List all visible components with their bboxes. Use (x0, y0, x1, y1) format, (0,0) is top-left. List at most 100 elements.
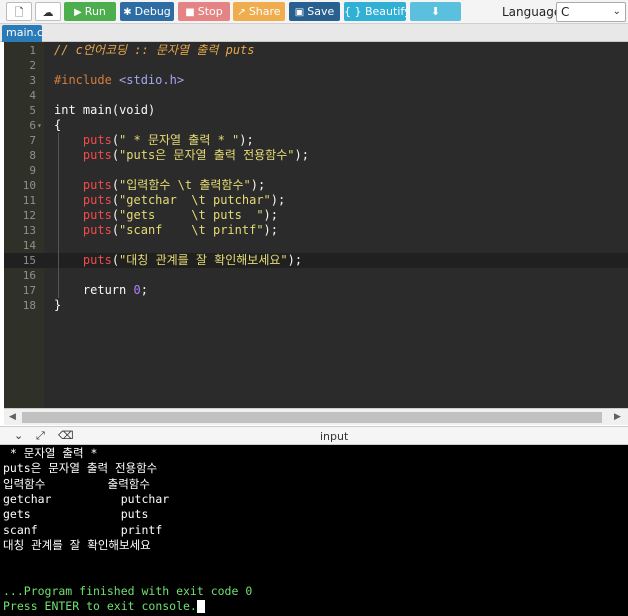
indent-guide (58, 133, 59, 298)
line-number: 15 (22, 254, 36, 267)
console-header: ⌄ ⤢ ⌫ input (0, 426, 628, 445)
console-line: scanf printf (3, 523, 162, 538)
console-title: input (320, 430, 349, 443)
code-text: // c언어코딩 :: 문자열 출력 puts (54, 43, 255, 57)
code-text: return 0; (82, 283, 148, 297)
code-text: #include <stdio.h> (54, 73, 185, 87)
line-number: 4 (29, 89, 36, 102)
line-number: 14 (22, 239, 36, 252)
download-button[interactable]: ⬇ (410, 2, 461, 21)
console-line-text: 대칭 관계를 잘 확인해보세요 (3, 537, 151, 552)
code-line[interactable]: 14 (4, 238, 628, 253)
expand-icon[interactable]: ⤢ (36, 429, 45, 443)
code-line[interactable]: 7 puts(" * 문자열 출력 * "); (4, 133, 628, 148)
code-text: int main(void) (54, 103, 156, 117)
collapse-icon[interactable]: ⌄ (14, 429, 23, 442)
upload-button[interactable]: ☁ (35, 2, 61, 21)
download-icon: ⬇ (430, 5, 441, 18)
tab-main-c[interactable]: main.c (2, 25, 43, 42)
code-line[interactable]: 12 puts("gets \t puts "); (4, 208, 628, 223)
code-text: puts(" * 문자열 출력 * "); (82, 133, 254, 147)
run-button[interactable]: ▶ Run (64, 2, 116, 21)
debug-button[interactable]: ✱ Debug (120, 2, 174, 21)
line-number: 12 (22, 209, 36, 222)
editor-horizontal-scrollbar[interactable]: ◀ ▶ (4, 408, 628, 425)
save-button[interactable]: ▣ Save (289, 2, 340, 21)
code-line[interactable]: 16 (4, 268, 628, 283)
line-number: 5 (29, 104, 36, 117)
line-number: 16 (22, 269, 36, 282)
console-line-text: puts은 문자열 출력 전용함수 (3, 461, 158, 476)
code-line[interactable]: 3 #include <stdio.h> (4, 73, 628, 88)
line-number: 9 (29, 164, 36, 177)
scroll-left-icon[interactable]: ◀ (9, 412, 16, 422)
console-line: ...Program finished with exit code 0 (3, 584, 252, 599)
line-number: 7 (29, 134, 36, 147)
code-line[interactable]: 4 (4, 88, 628, 103)
code-line[interactable]: 5 int main(void) (4, 103, 628, 118)
code-line[interactable]: 6 ▾ { (4, 118, 628, 133)
code-line[interactable]: 13 puts("scanf \t printf"); (4, 223, 628, 238)
share-icon: ↗ (237, 7, 246, 18)
stop-button[interactable]: ■ Stop (178, 2, 230, 21)
code-text: puts("puts은 문자열 출력 전용함수"); (82, 148, 309, 162)
bug-icon: ✱ (123, 7, 132, 18)
line-number: 2 (29, 59, 36, 72)
console-line-text: ...Program finished with exit code 0 (3, 583, 253, 598)
language-label: Language (502, 5, 562, 19)
line-number: 8 (29, 149, 36, 162)
line-number: 11 (22, 194, 36, 207)
console-line-text: gets puts (3, 507, 149, 522)
console-line: puts은 문자열 출력 전용함수 (3, 461, 157, 476)
code-line[interactable]: 17 return 0; (4, 283, 628, 298)
code-line[interactable]: 18} (4, 298, 628, 313)
code-line[interactable]: 1 // c언어코딩 :: 문자열 출력 puts (4, 43, 628, 58)
console-line-text: * 문자열 출력 * (3, 446, 105, 460)
line-number: 13 (22, 224, 36, 237)
line-number: 3 (29, 74, 36, 87)
console-line-text: scanf printf (3, 522, 163, 537)
console-line: gets puts (3, 507, 148, 522)
upload-icon: ☁ (42, 6, 54, 19)
line-number: 10 (22, 179, 36, 192)
console-output[interactable]: * 문자열 출력 * puts은 문자열 출력 전용함수 입력함수 출력함수 get… (0, 445, 628, 616)
save-icon: ▣ (294, 7, 305, 18)
scrollbar-thumb[interactable] (22, 412, 602, 423)
code-text: puts("gets \t puts "); (82, 208, 278, 222)
play-icon: ▶ (74, 7, 82, 18)
new-file-button[interactable]: 🗋 (6, 2, 32, 21)
console-line: 입력함수 출력함수 (3, 477, 150, 492)
file-tab-bar: main.c (0, 24, 628, 42)
line-number: 1 (29, 44, 36, 57)
code-text: puts("입력함수 \t 출력함수"); (82, 178, 266, 192)
code-line[interactable]: 11 puts("getchar \t putchar"); (4, 193, 628, 208)
line-number: 17 (22, 284, 36, 297)
chevron-down-icon: ⌄ (612, 6, 621, 17)
code-text: puts("getchar \t putchar"); (82, 193, 286, 207)
code-editor[interactable]: 1 // c언어코딩 :: 문자열 출력 puts23 #include <stdi… (4, 42, 628, 408)
line-number: 18 (22, 299, 36, 312)
language-value: C (561, 5, 570, 19)
language-select[interactable]: C ⌄ (556, 2, 626, 22)
code-line[interactable]: 8 puts("puts은 문자열 출력 전용함수"); (4, 148, 628, 163)
console-line: getchar putchar (3, 492, 169, 507)
console-line: * 문자열 출력 * (3, 446, 104, 461)
code-text: { (54, 118, 62, 132)
code-line[interactable]: 9 (4, 163, 628, 178)
code-line[interactable]: 15 puts("대칭 관계를 잘 확인해보세요"); (4, 253, 628, 268)
new-file-icon: 🗋 (14, 6, 24, 19)
console-line-text: 입력함수 출력함수 (3, 476, 150, 491)
fold-arrow-icon[interactable]: ▾ (37, 118, 42, 133)
scroll-right-icon[interactable]: ▶ (614, 412, 621, 422)
toolbar: 🗋 ☁ ▶ Run ✱ Debug ■ Stop ↗ Share ▣ Save { } B… (0, 0, 628, 24)
code-line[interactable]: 2 (4, 58, 628, 73)
console-line: 대칭 관계를 잘 확인해보세요 (3, 538, 151, 553)
code-line[interactable]: 10 puts("입력함수 \t 출력함수"); (4, 178, 628, 193)
clear-console-icon[interactable]: ⌫ (58, 429, 74, 442)
code-text: } (54, 298, 62, 312)
console-line-text: getchar putchar (3, 491, 170, 506)
stop-icon: ■ (185, 7, 195, 18)
console-line: Press ENTER to exit console. (3, 599, 205, 614)
beautify-button[interactable]: { } Beautify (344, 2, 406, 21)
share-button[interactable]: ↗ Share (233, 2, 285, 21)
